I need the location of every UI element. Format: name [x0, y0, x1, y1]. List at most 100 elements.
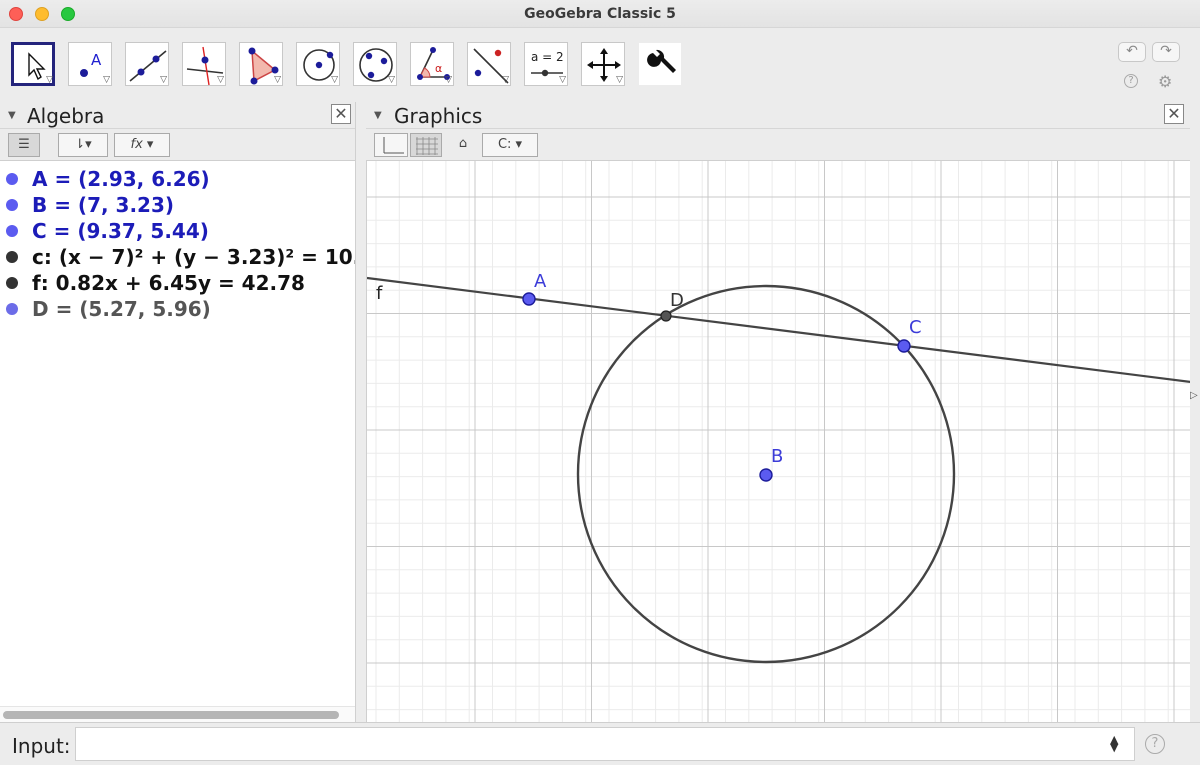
tool-menu-triangle-icon: ▽ [217, 75, 224, 85]
undo-button[interactable]: ↶ [1118, 42, 1146, 62]
algebra-row-text: B = (7, 3.23) [32, 193, 175, 217]
algebra-row[interactable]: C = (9.37, 5.44) [0, 218, 355, 244]
redo-button[interactable]: ↷ [1152, 42, 1180, 62]
algebra-row-text: C = (9.37, 5.44) [32, 219, 209, 243]
angle-tool-button[interactable]: α ▽ [410, 42, 454, 86]
visibility-toggle[interactable] [6, 173, 18, 185]
point-capturing-button[interactable]: C: ▾ [482, 133, 538, 157]
slider-tool-button[interactable]: a = 2 ▽ [524, 42, 568, 86]
toolbar: ▽ A ▽ ▽ ▽ ▽ ▽ ▽ α ▽ ▽ a = 2 ▽ ▽ ↶ ↷ ? ⚙ [0, 28, 1200, 102]
polygon-tool-button[interactable]: ▽ [239, 42, 283, 86]
settings-gear-icon[interactable]: ⚙ [1158, 72, 1172, 91]
list-icon: ☰ [18, 137, 30, 152]
point-tool-label: A [91, 51, 102, 69]
label-C: C [909, 317, 922, 338]
minor-grid [367, 161, 1190, 722]
move-graphics-view-tool-button[interactable]: ▽ [581, 42, 625, 86]
angle-tool-label: α [435, 62, 442, 75]
algebra-row[interactable]: f: 0.82x + 6.45y = 42.78 [0, 270, 355, 296]
circle-three-points-tool-button[interactable]: ▽ [353, 42, 397, 86]
algebra-collapse-icon[interactable]: ▼ [8, 110, 16, 121]
graphics-close-button[interactable]: ✕ [1164, 104, 1184, 124]
move-tool-button[interactable]: ▽ [11, 42, 55, 86]
home-icon: ⌂ [458, 136, 468, 151]
slider-tool-label: a = 2 [531, 50, 564, 64]
wrench-tool-icon [647, 49, 676, 73]
help-icon[interactable]: ? [1124, 74, 1138, 88]
visibility-toggle[interactable] [6, 277, 18, 289]
point-C[interactable] [897, 339, 911, 353]
axes-toggle[interactable] [374, 133, 408, 157]
close-icon: ✕ [334, 104, 348, 123]
algebra-fx-button[interactable]: fx ▾ [114, 133, 170, 157]
view-splitter[interactable] [355, 102, 365, 722]
visibility-toggle[interactable] [6, 303, 18, 315]
graphics-panel-header: ▼ Graphics ✕ [366, 102, 1190, 128]
point-A[interactable] [522, 292, 536, 306]
label-A: A [534, 271, 547, 292]
algebra-horizontal-scrollbar[interactable] [0, 706, 355, 722]
input-field[interactable] [75, 727, 1135, 761]
algebra-style-bar: ☰ ⇂▾ fx ▾ [0, 128, 355, 160]
algebra-row-text: D = (5.27, 5.96) [32, 297, 211, 321]
algebra-panel-header: ▼ Algebra ✕ [0, 102, 355, 128]
graphics-view[interactable]: A D C B f [366, 160, 1190, 722]
fx-icon: fx ▾ [130, 137, 154, 152]
point-D[interactable] [660, 310, 672, 322]
tool-menu-triangle-icon: ▽ [445, 75, 452, 85]
visibility-toggle[interactable] [6, 225, 18, 237]
reflect-tool-button[interactable]: ▽ [467, 42, 511, 86]
sort-icon: ⇂▾ [74, 137, 92, 152]
window-title: GeoGebra Classic 5 [524, 6, 676, 22]
point-B[interactable] [759, 468, 773, 482]
algebra-row-text: c: (x − 7)² + (y − 3.23)² = 10.5 [32, 245, 355, 269]
algebra-close-button[interactable]: ✕ [331, 104, 351, 124]
graphics-collapse-icon[interactable]: ▼ [374, 110, 382, 121]
tool-menu-triangle-icon: ▽ [502, 75, 509, 85]
label-D: D [670, 290, 684, 311]
algebra-row[interactable]: c: (x − 7)² + (y − 3.23)² = 10.5 [0, 244, 355, 270]
tool-menu-triangle-icon: ▽ [160, 75, 167, 85]
tool-menu-triangle-icon: ▽ [559, 75, 566, 85]
tools-customize-button[interactable] [638, 42, 682, 86]
algebra-row[interactable]: A = (2.93, 6.26) [0, 166, 355, 192]
line-f[interactable] [367, 276, 1190, 383]
line-tool-button[interactable]: ▽ [125, 42, 169, 86]
undo-icon: ↶ [1126, 43, 1138, 59]
graphics-style-bar: ⌂ C: ▾ [366, 128, 1190, 160]
input-history-stepper-icon[interactable]: ▲ ▼ [1110, 734, 1118, 753]
algebra-description-toggle[interactable]: ☰ [8, 133, 40, 157]
algebra-row[interactable]: D = (5.27, 5.96) [0, 296, 355, 322]
magnet-icon: C: ▾ [497, 137, 523, 152]
point-tool-button[interactable]: A ▽ [68, 42, 112, 86]
algebra-view: A = (2.93, 6.26) B = (7, 3.23) C = (9.37… [0, 160, 355, 722]
axes-icon [383, 137, 404, 154]
geogebra-window: GeoGebra Classic 5 ▽ A ▽ ▽ ▽ ▽ ▽ ▽ α ▽ ▽… [0, 0, 1200, 765]
circle-center-point-tool-button[interactable]: ▽ [296, 42, 340, 86]
input-help-icon[interactable]: ? [1145, 734, 1165, 754]
input-label: Input: [12, 734, 71, 758]
tool-menu-triangle-icon: ▽ [388, 75, 395, 85]
standard-view-button[interactable]: ⌂ [452, 133, 474, 157]
expand-arrow-icon[interactable]: ▷ [1190, 390, 1198, 401]
input-bar: Input: ▲ ▼ ? [0, 722, 1200, 765]
perpendicular-line-tool-button[interactable]: ▽ [182, 42, 226, 86]
visibility-toggle[interactable] [6, 199, 18, 211]
major-grid [367, 161, 1190, 722]
label-B: B [771, 446, 783, 467]
graphics-canvas[interactable]: A D C B f [367, 161, 1190, 722]
tool-menu-triangle-icon: ▽ [274, 75, 281, 85]
grid-toggle[interactable] [410, 133, 442, 157]
algebra-row[interactable]: B = (7, 3.23) [0, 192, 355, 218]
graphics-title: Graphics [394, 104, 483, 128]
visibility-toggle[interactable] [6, 251, 18, 263]
algebra-sort-button[interactable]: ⇂▾ [58, 133, 108, 157]
algebra-row-text: A = (2.93, 6.26) [32, 167, 210, 191]
close-icon: ✕ [1167, 104, 1181, 123]
tool-menu-triangle-icon: ▽ [331, 75, 338, 85]
scrollbar-thumb[interactable] [3, 711, 339, 719]
tool-menu-triangle-icon: ▽ [103, 75, 110, 85]
algebra-title: Algebra [27, 104, 105, 128]
graphics-right-edge: ▷ [1190, 102, 1200, 722]
tool-menu-triangle-icon: ▽ [616, 75, 623, 85]
